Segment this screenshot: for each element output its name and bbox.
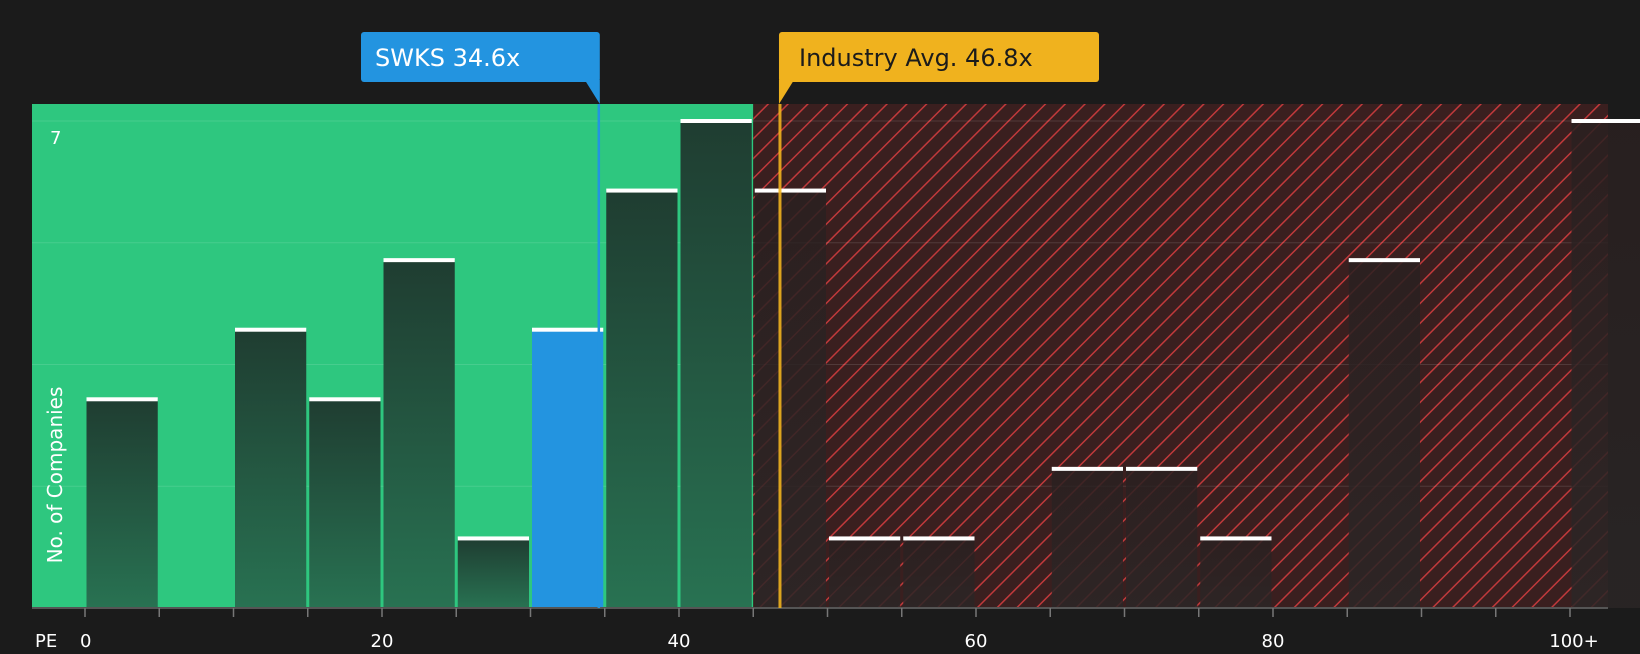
histogram-bar bbox=[829, 538, 900, 608]
histogram-bar bbox=[1349, 260, 1420, 608]
bar-top-marker bbox=[1349, 258, 1420, 262]
histogram-bar bbox=[755, 191, 826, 608]
histogram-bar bbox=[681, 121, 752, 608]
bar-top-marker bbox=[903, 536, 974, 540]
y-axis-label: No. of Companies bbox=[43, 387, 67, 564]
x-axis-label: PE bbox=[35, 631, 57, 650]
x-tick-label: 80 bbox=[1262, 631, 1285, 650]
x-tick-label: 60 bbox=[965, 631, 988, 650]
histogram-bar bbox=[1126, 469, 1197, 608]
bar-top-marker bbox=[532, 328, 603, 332]
company-callout: SWKS 34.6x bbox=[361, 32, 600, 104]
bar-top-marker bbox=[1200, 536, 1271, 540]
bar-top-marker bbox=[235, 328, 306, 332]
histogram-bar bbox=[606, 191, 677, 608]
bar-top-marker bbox=[1126, 467, 1197, 471]
bar-top-marker bbox=[681, 119, 752, 123]
chart-svg: 0 20 40 60 80 100+ 7 No. of Companies PE SWKS… bbox=[0, 0, 1640, 650]
histogram-bar bbox=[309, 399, 380, 608]
bar-top-marker bbox=[309, 397, 380, 401]
pe-distribution-chart: 0 20 40 60 80 100+ 7 No. of Companies PE SWKS… bbox=[0, 0, 1640, 650]
industry-callout-label: Industry Avg. 46.8x bbox=[799, 44, 1033, 72]
histogram-bar bbox=[532, 330, 603, 608]
bar-top-marker bbox=[87, 397, 158, 401]
bar-top-marker bbox=[829, 536, 900, 540]
histogram-bar bbox=[458, 538, 529, 608]
bar-top-marker bbox=[1052, 467, 1123, 471]
bar-top-marker bbox=[606, 189, 677, 193]
y-tick-label: 7 bbox=[50, 128, 61, 149]
x-tick-label: 20 bbox=[371, 631, 394, 650]
industry-callout: Industry Avg. 46.8x bbox=[779, 32, 1099, 104]
histogram-bar bbox=[1200, 538, 1271, 608]
x-tick-label: 100+ bbox=[1549, 631, 1598, 650]
company-callout-pointer bbox=[585, 80, 600, 104]
bar-top-marker bbox=[458, 536, 529, 540]
x-tick-label: 40 bbox=[668, 631, 691, 650]
industry-callout-pointer bbox=[779, 80, 794, 104]
histogram-bar bbox=[1572, 121, 1640, 608]
company-callout-label: SWKS 34.6x bbox=[375, 44, 520, 72]
x-tick-label: 0 bbox=[80, 631, 91, 650]
bar-top-marker bbox=[755, 189, 826, 193]
histogram-bar bbox=[235, 330, 306, 608]
x-ticks: 0 20 40 60 80 100+ bbox=[80, 608, 1599, 650]
bar-top-marker bbox=[1572, 119, 1640, 123]
histogram-bar bbox=[87, 399, 158, 608]
bar-top-marker bbox=[384, 258, 455, 262]
histogram-bar bbox=[903, 538, 974, 608]
histogram-bar bbox=[384, 260, 455, 608]
histogram-bar bbox=[1052, 469, 1123, 608]
